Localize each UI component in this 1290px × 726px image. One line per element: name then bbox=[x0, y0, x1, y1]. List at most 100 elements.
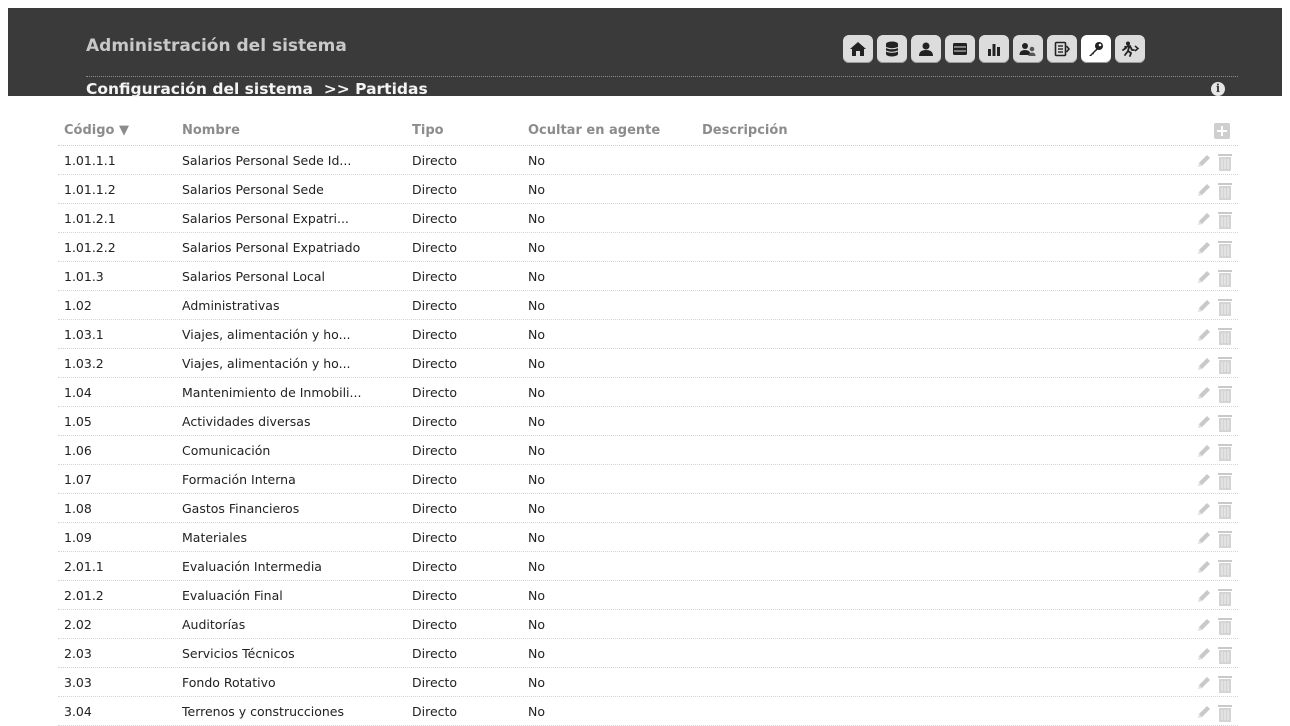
trash-icon[interactable] bbox=[1218, 646, 1232, 667]
pencil-icon[interactable] bbox=[1195, 530, 1212, 550]
table-row[interactable]: 1.01.2.2 Salarios Personal Expatriado Dire… bbox=[58, 233, 1238, 262]
cell-hide-in-agent: No bbox=[528, 385, 545, 400]
cell-hide-in-agent: No bbox=[528, 588, 545, 603]
pencil-icon[interactable] bbox=[1195, 153, 1212, 173]
table-row[interactable]: 2.02 Auditorías Directo No bbox=[58, 610, 1238, 639]
folder-toolbar-button[interactable] bbox=[945, 35, 975, 63]
table-row[interactable]: 3.03 Fondo Rotativo Directo No bbox=[58, 668, 1238, 697]
cell-type: Directo bbox=[412, 385, 458, 400]
pencil-icon[interactable] bbox=[1195, 501, 1212, 521]
cell-type: Directo bbox=[412, 472, 458, 487]
cell-type: Directo bbox=[412, 559, 458, 574]
cell-hide-in-agent: No bbox=[528, 414, 545, 429]
cell-type: Directo bbox=[412, 646, 458, 661]
users-toolbar-button[interactable] bbox=[1013, 35, 1043, 63]
table-row[interactable]: 1.01.1.2 Salarios Personal Sede Directo No bbox=[58, 175, 1238, 204]
column-header-type[interactable]: Tipo bbox=[412, 123, 444, 138]
pencil-icon[interactable] bbox=[1195, 675, 1212, 695]
trash-icon[interactable] bbox=[1218, 153, 1232, 174]
trash-icon[interactable] bbox=[1218, 182, 1232, 203]
bar-chart-icon bbox=[986, 41, 1002, 57]
pencil-icon[interactable] bbox=[1195, 443, 1212, 463]
header-divider bbox=[86, 76, 1238, 77]
cell-type: Directo bbox=[412, 269, 458, 284]
cell-code: 1.03.1 bbox=[64, 327, 104, 342]
table-row[interactable]: 1.01.1.1 Salarios Personal Sede Id... Dire… bbox=[58, 146, 1238, 175]
cell-type: Directo bbox=[412, 704, 458, 719]
cell-hide-in-agent: No bbox=[528, 443, 545, 458]
logout-toolbar-button[interactable] bbox=[1115, 35, 1145, 63]
database-toolbar-button[interactable] bbox=[877, 35, 907, 63]
pencil-icon[interactable] bbox=[1195, 414, 1212, 434]
pencil-icon[interactable] bbox=[1195, 182, 1212, 202]
pencil-icon[interactable] bbox=[1195, 356, 1212, 376]
cell-hide-in-agent: No bbox=[528, 472, 545, 487]
trash-icon[interactable] bbox=[1218, 298, 1232, 319]
pencil-icon[interactable] bbox=[1195, 646, 1212, 666]
trash-icon[interactable] bbox=[1218, 501, 1232, 522]
trash-icon[interactable] bbox=[1218, 385, 1232, 406]
trash-icon[interactable] bbox=[1218, 327, 1232, 348]
trash-icon[interactable] bbox=[1218, 617, 1232, 638]
key-toolbar-button[interactable] bbox=[1081, 35, 1111, 63]
pencil-icon[interactable] bbox=[1195, 559, 1212, 579]
add-icon[interactable] bbox=[1214, 123, 1230, 139]
table-row[interactable]: 2.01.1 Evaluación Intermedia Directo No bbox=[58, 552, 1238, 581]
trash-icon[interactable] bbox=[1218, 269, 1232, 290]
column-header-code[interactable]: Código ▼ bbox=[64, 123, 129, 138]
table-row[interactable]: 1.01.2.1 Salarios Personal Expatri... Dire… bbox=[58, 204, 1238, 233]
trash-icon[interactable] bbox=[1218, 588, 1232, 609]
trash-icon[interactable] bbox=[1218, 704, 1232, 725]
table-row[interactable]: 1.06 Comunicación Directo No bbox=[58, 436, 1238, 465]
trash-icon[interactable] bbox=[1218, 356, 1232, 377]
table-row[interactable]: 2.03 Servicios Técnicos Directo No bbox=[58, 639, 1238, 668]
table-row[interactable]: 1.07 Formación Interna Directo No bbox=[58, 465, 1238, 494]
cell-name: Terrenos y construcciones bbox=[182, 704, 345, 719]
pencil-icon[interactable] bbox=[1195, 704, 1212, 724]
pencil-icon[interactable] bbox=[1195, 298, 1212, 318]
table-row[interactable]: 1.05 Actividades diversas Directo No bbox=[58, 407, 1238, 436]
trash-icon[interactable] bbox=[1218, 240, 1232, 261]
pencil-icon[interactable] bbox=[1195, 211, 1212, 231]
trash-icon[interactable] bbox=[1218, 414, 1232, 435]
cell-hide-in-agent: No bbox=[528, 501, 545, 516]
table-row[interactable]: 1.01.3 Salarios Personal Local Directo No bbox=[58, 262, 1238, 291]
cell-code: 1.01.3 bbox=[64, 269, 104, 284]
table-row[interactable]: 2.01.2 Evaluación Final Directo No bbox=[58, 581, 1238, 610]
column-header-description[interactable]: Descripción bbox=[702, 123, 788, 138]
main-toolbar bbox=[843, 35, 1145, 63]
cell-hide-in-agent: No bbox=[528, 675, 545, 690]
cell-hide-in-agent: No bbox=[528, 240, 545, 255]
table-row[interactable]: 1.03.1 Viajes, alimentación y ho... Direct… bbox=[58, 320, 1238, 349]
pencil-icon[interactable] bbox=[1195, 385, 1212, 405]
cell-name: Salarios Personal Sede bbox=[182, 182, 324, 197]
info-icon[interactable]: i bbox=[1211, 82, 1225, 96]
partidas-table: Código ▼ Nombre Tipo Ocultar en agente D… bbox=[58, 120, 1238, 726]
column-header-name[interactable]: Nombre bbox=[182, 123, 240, 138]
trash-icon[interactable] bbox=[1218, 443, 1232, 464]
trash-icon[interactable] bbox=[1218, 472, 1232, 493]
pencil-icon[interactable] bbox=[1195, 269, 1212, 289]
trash-icon[interactable] bbox=[1218, 675, 1232, 696]
user-toolbar-button[interactable] bbox=[911, 35, 941, 63]
bar-chart-toolbar-button[interactable] bbox=[979, 35, 1009, 63]
table-body: 1.01.1.1 Salarios Personal Sede Id... Dire… bbox=[58, 146, 1238, 726]
home-toolbar-button[interactable] bbox=[843, 35, 873, 63]
trash-icon[interactable] bbox=[1218, 530, 1232, 551]
table-row[interactable]: 3.04 Terrenos y construcciones Directo No bbox=[58, 697, 1238, 726]
table-row[interactable]: 1.08 Gastos Financieros Directo No bbox=[58, 494, 1238, 523]
trash-icon[interactable] bbox=[1218, 211, 1232, 232]
cell-hide-in-agent: No bbox=[528, 356, 545, 371]
table-row[interactable]: 1.09 Materiales Directo No bbox=[58, 523, 1238, 552]
pencil-icon[interactable] bbox=[1195, 617, 1212, 637]
pencil-icon[interactable] bbox=[1195, 588, 1212, 608]
table-row[interactable]: 1.02 Administrativas Directo No bbox=[58, 291, 1238, 320]
trash-icon[interactable] bbox=[1218, 559, 1232, 580]
table-row[interactable]: 1.03.2 Viajes, alimentación y ho... Direct… bbox=[58, 349, 1238, 378]
pencil-icon[interactable] bbox=[1195, 327, 1212, 347]
list-toolbar-button[interactable] bbox=[1047, 35, 1077, 63]
pencil-icon[interactable] bbox=[1195, 472, 1212, 492]
table-row[interactable]: 1.04 Mantenimiento de Inmobili... Directo N… bbox=[58, 378, 1238, 407]
pencil-icon[interactable] bbox=[1195, 240, 1212, 260]
column-header-hide-in-agent[interactable]: Ocultar en agente bbox=[528, 123, 660, 138]
